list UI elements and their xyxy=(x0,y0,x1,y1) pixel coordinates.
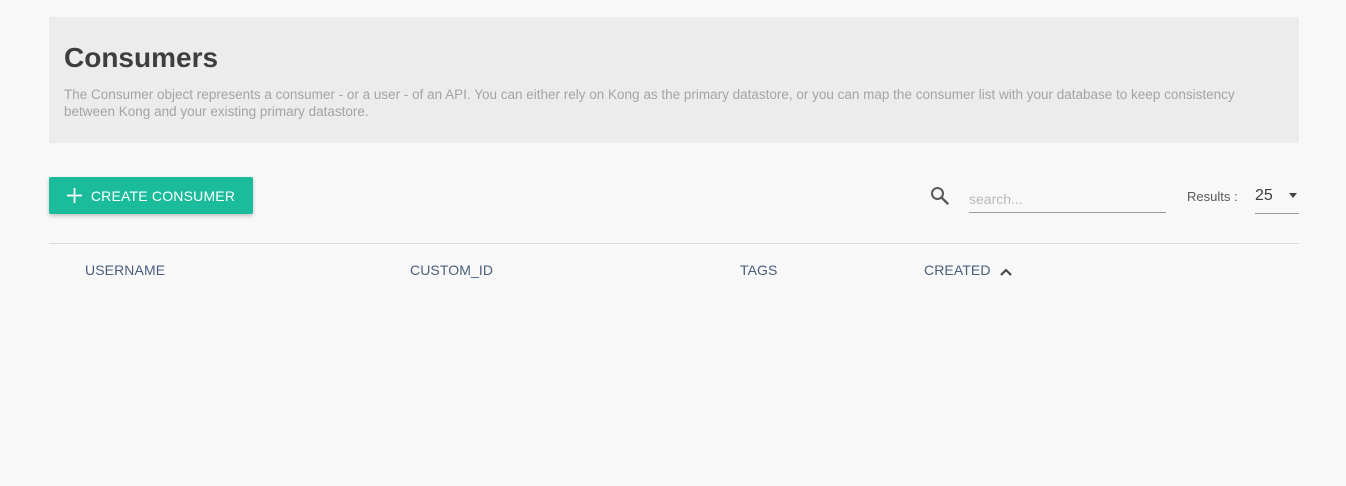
page-title: Consumers xyxy=(64,42,219,73)
consumers-page: Consumers The Consumer object represents… xyxy=(0,0,1346,486)
page-description: The Consumer object represents a consume… xyxy=(64,87,1235,119)
create-consumer-button[interactable]: CREATE CONSUMER xyxy=(49,177,253,214)
column-header-tags[interactable]: TAGS xyxy=(740,262,777,278)
create-consumer-label: CREATE CONSUMER xyxy=(90,187,236,204)
column-header-username[interactable]: USERNAME xyxy=(85,262,165,278)
column-header-custom-id[interactable]: CUSTOM_ID xyxy=(410,262,493,278)
caret-down-icon xyxy=(1289,193,1297,198)
results-label: Results : xyxy=(1187,189,1238,204)
plus-icon xyxy=(66,188,82,203)
column-header-created[interactable]: CREATED xyxy=(924,262,991,278)
results-per-page-select[interactable]: 25 xyxy=(1255,184,1299,214)
table-divider xyxy=(49,243,1299,244)
page-header: Consumers The Consumer object represents… xyxy=(49,17,1299,143)
results-per-page-value: 25 xyxy=(1255,187,1273,204)
search-input[interactable] xyxy=(969,185,1166,213)
search-icon[interactable] xyxy=(930,186,950,206)
sort-ascending-icon[interactable] xyxy=(999,264,1013,276)
